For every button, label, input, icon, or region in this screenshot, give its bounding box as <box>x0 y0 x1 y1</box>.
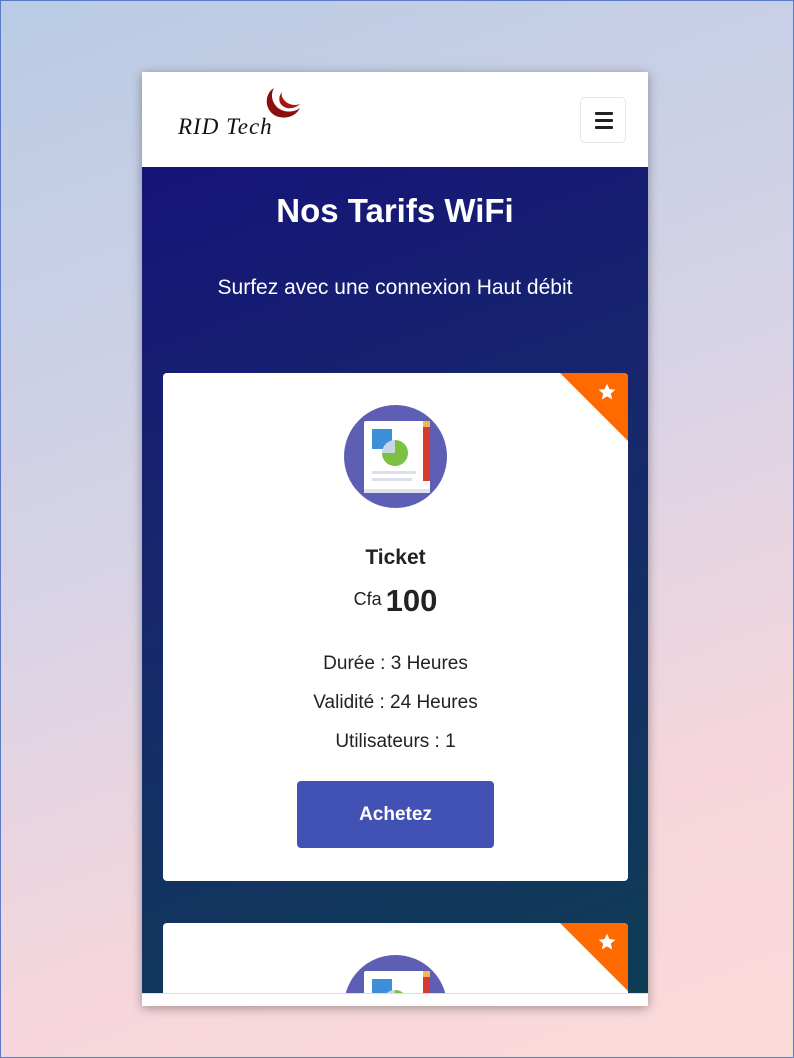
mobile-viewport: RID Tech Nos Tarifs WiFi Surfez avec une… <box>142 72 648 1006</box>
hamburger-menu-icon <box>595 112 613 115</box>
plan-name: Ticket <box>365 546 426 569</box>
pricing-section: Nos Tarifs WiFi Surfez avec une connexio… <box>142 167 648 1006</box>
price-amount: 100 <box>385 583 438 618</box>
bottom-bar <box>142 993 648 1006</box>
page-subtitle: Surfez avec une connexion Haut débit <box>217 276 573 299</box>
plan-users: Utilisateurs : 1 <box>335 731 456 752</box>
brand-logo[interactable]: RID Tech <box>178 86 308 146</box>
star-icon <box>598 933 616 950</box>
page-title: Nos Tarifs WiFi <box>276 192 514 229</box>
plan-duration: Durée : 3 Heures <box>323 653 468 674</box>
plan-price: Cfa 100 <box>163 583 628 619</box>
menu-toggle-button[interactable] <box>580 97 626 143</box>
document-chart-icon <box>344 405 447 508</box>
star-icon <box>598 383 616 400</box>
plan-validity: Validité : 24 Heures <box>313 692 478 713</box>
logo-text: RID Tech <box>178 114 273 139</box>
buy-button[interactable]: Achetez <box>297 781 494 848</box>
featured-ribbon <box>560 923 628 991</box>
pricing-card: Ticket Cfa 100 Durée : 3 Heures Validité … <box>163 373 628 881</box>
navbar: RID Tech <box>142 72 648 167</box>
hamburger-menu-icon-bar <box>595 126 613 129</box>
price-currency: Cfa <box>353 589 382 609</box>
featured-ribbon <box>560 373 628 441</box>
hamburger-menu-icon-bar <box>595 119 613 122</box>
